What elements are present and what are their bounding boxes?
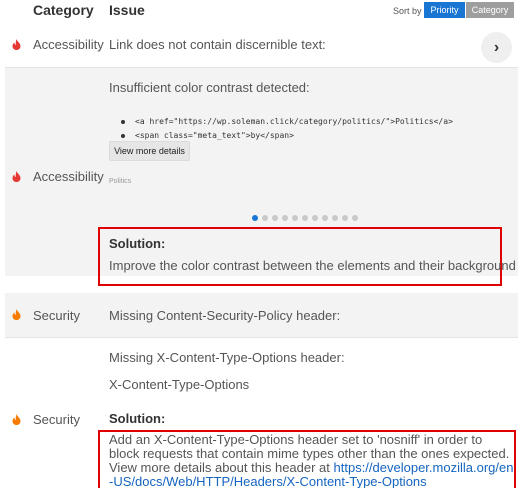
issue-title: Link does not contain discernible text:: [109, 37, 326, 52]
sort-category-button[interactable]: Category: [466, 2, 514, 18]
medium-severity-flame-icon: [12, 414, 21, 425]
header-name: X-Content-Type-Options: [109, 377, 250, 392]
issue-category: Accessibility: [33, 169, 104, 184]
carousel-dot[interactable]: [272, 215, 278, 221]
element-preview: Politics: [109, 178, 132, 185]
issue-title: Insufficient color contrast detected:: [109, 80, 310, 95]
issue-category: Security: [33, 412, 80, 427]
affected-elements-list: <a href="https://wp.soleman.click/catego…: [121, 115, 453, 143]
carousel-dot[interactable]: [302, 215, 308, 221]
solution-text: Improve the color contrast between the e…: [109, 258, 516, 273]
carousel-dot[interactable]: [322, 215, 328, 221]
medium-severity-flame-icon: [12, 309, 21, 320]
code-snippet: <a href="https://wp.soleman.click/catego…: [121, 115, 453, 129]
table-header: Category Issue Sort by Priority Category: [0, 0, 518, 22]
issue-category: Security: [33, 308, 80, 323]
issue-category: Accessibility: [33, 37, 104, 52]
column-header-issue: Issue: [109, 2, 145, 18]
carousel-pagination: [252, 215, 358, 221]
carousel-dot[interactable]: [282, 215, 288, 221]
issue-title: Missing X-Content-Type-Options header:: [109, 350, 345, 365]
issue-title: Missing Content-Security-Policy header:: [109, 308, 341, 323]
row-divider: [5, 337, 518, 338]
carousel-dot[interactable]: [262, 215, 268, 221]
sort-by-label: Sort by: [393, 6, 422, 16]
column-header-category: Category: [33, 2, 94, 18]
chevron-right-icon: ›: [493, 38, 500, 56]
carousel-dot[interactable]: [332, 215, 338, 221]
view-more-details-button[interactable]: View more details: [109, 141, 190, 161]
solution-label: Solution:: [109, 411, 166, 426]
carousel-dot[interactable]: [342, 215, 348, 221]
carousel-dot[interactable]: [252, 215, 258, 221]
carousel-dot[interactable]: [292, 215, 298, 221]
solution-text: Add an X-Content-Type-Options header set…: [109, 433, 514, 488]
carousel-dot[interactable]: [312, 215, 318, 221]
sort-priority-button[interactable]: Priority: [424, 2, 465, 18]
solution-label: Solution:: [109, 236, 166, 251]
expand-arrow-button[interactable]: ›: [481, 32, 512, 63]
high-severity-flame-icon: [12, 171, 21, 182]
high-severity-flame-icon: [12, 39, 21, 50]
carousel-dot[interactable]: [352, 215, 358, 221]
